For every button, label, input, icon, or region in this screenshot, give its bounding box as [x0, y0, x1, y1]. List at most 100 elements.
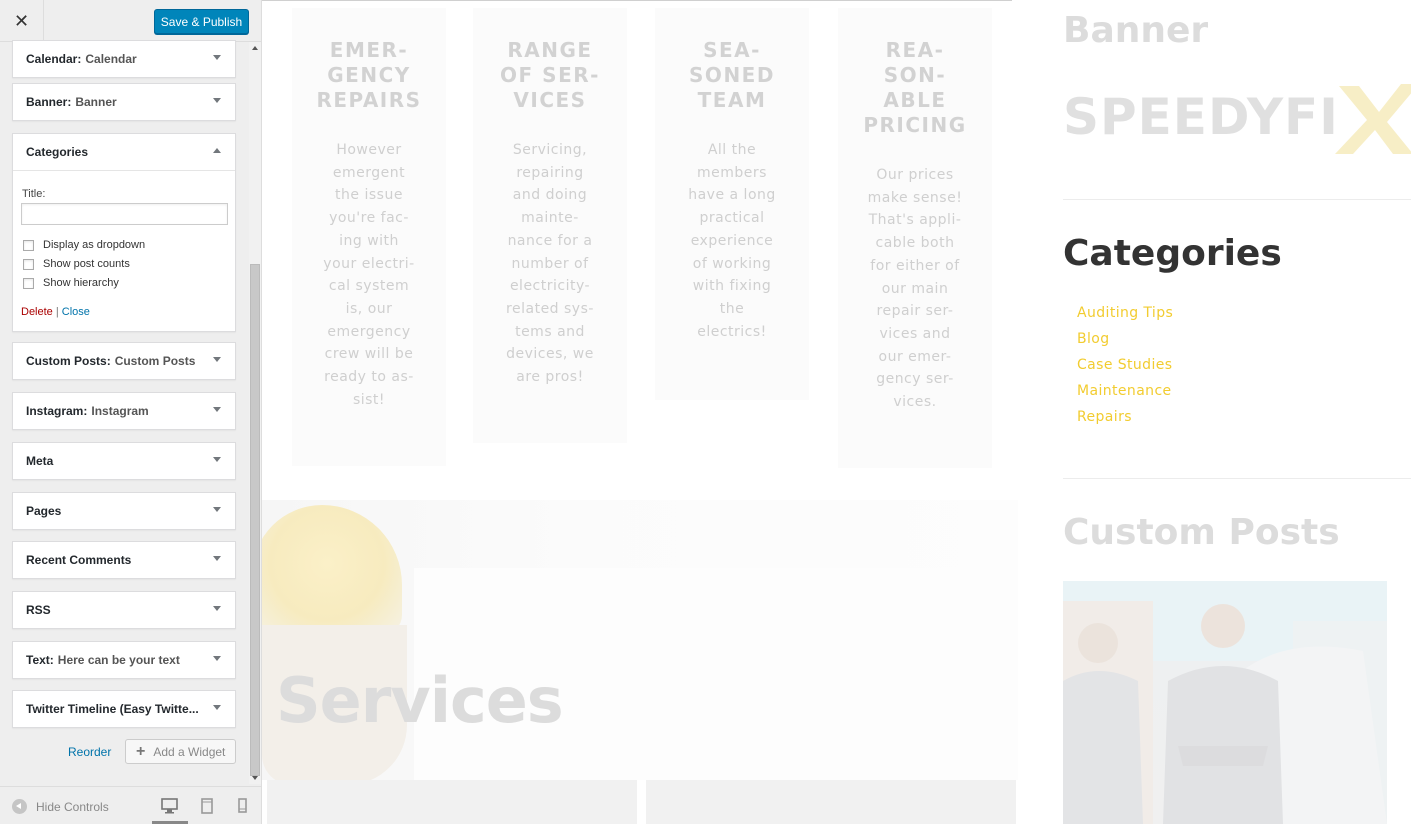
widget-type: Meta	[26, 454, 54, 468]
widget-header[interactable]: RSS	[13, 592, 235, 628]
widget-type: Categories	[26, 145, 89, 159]
expand-arrow-icon[interactable]	[213, 55, 221, 60]
widget-rss[interactable]: RSS	[12, 591, 236, 629]
expand-arrow-icon[interactable]	[213, 507, 221, 512]
reorder-link[interactable]: Reorder	[68, 745, 111, 759]
add-widget-button[interactable]: + Add a Widget	[125, 739, 236, 764]
widget-twitter-timeline[interactable]: Twitter Timeline (Easy Twitte...	[12, 690, 236, 728]
close-link[interactable]: Close	[62, 306, 90, 318]
option-display-dropdown[interactable]: Display as dropdown	[23, 239, 145, 251]
expand-arrow-icon[interactable]	[213, 705, 221, 710]
widget-custom-posts[interactable]: Custom Posts: Custom Posts	[12, 342, 236, 380]
expand-arrow-icon[interactable]	[213, 606, 221, 611]
widget-header[interactable]: Text: Here can be your text	[13, 642, 235, 678]
mobile-icon[interactable]	[233, 797, 253, 815]
expand-arrow-icon[interactable]	[213, 457, 221, 462]
service-tile[interactable]	[646, 780, 1016, 824]
collapse-arrow-icon[interactable]	[213, 148, 221, 153]
widget-title: Instagram	[91, 404, 149, 418]
scroll-up-icon[interactable]	[252, 46, 258, 50]
hide-controls-label: Hide Controls	[36, 799, 109, 814]
category-link[interactable]: Case Studies	[1077, 357, 1172, 373]
widget-pages[interactable]: Pages	[12, 492, 236, 530]
title-label: Title:	[22, 188, 46, 200]
widget-type: Calendar	[26, 52, 78, 66]
expand-arrow-icon[interactable]	[213, 407, 221, 412]
feature-reasonable-pricing: REA- SON- ABLE PRICING Our prices make s…	[838, 8, 992, 468]
plus-icon: +	[136, 742, 146, 760]
customizer-footer: Hide Controls	[0, 786, 261, 824]
category-link[interactable]: Blog	[1077, 331, 1110, 347]
customizer-header: ✕ Save & Publish	[0, 0, 261, 42]
desktop-icon[interactable]	[160, 797, 180, 815]
scroll-down-icon[interactable]	[252, 776, 258, 780]
delete-link[interactable]: Delete	[21, 306, 53, 318]
site-preview: EMER- GENCY REPAIRS However emergent the…	[262, 0, 1411, 824]
feature-range-of-services: RANGE OF SER- VICES Servicing, repairing…	[473, 8, 627, 443]
banner-widget-heading: Banner	[1063, 10, 1209, 51]
save-publish-button[interactable]: Save & Publish	[154, 9, 249, 34]
divider	[1063, 199, 1411, 200]
widget-title: Custom Posts	[114, 354, 196, 368]
feature-text: All the members have a long practical ex…	[688, 142, 776, 340]
close-customizer-button[interactable]: ✕	[0, 0, 44, 42]
option-show-post-counts[interactable]: Show post counts	[23, 258, 130, 270]
widget-instagram[interactable]: Instagram: Instagram	[12, 392, 236, 430]
widget-type: Text	[26, 653, 50, 667]
collapse-arrow-icon	[12, 799, 27, 814]
checkbox-label: Display as dropdown	[43, 239, 146, 251]
scrollbar-thumb[interactable]	[250, 264, 260, 776]
custom-posts-widget-heading: Custom Posts	[1063, 512, 1340, 553]
workers-photo	[1063, 581, 1387, 824]
feature-text: Our prices make sense! That's appli- cab…	[867, 167, 963, 411]
add-widget-label: Add a Widget	[153, 744, 226, 759]
checkbox[interactable]	[23, 258, 34, 270]
widget-header[interactable]: Twitter Timeline (Easy Twitte...	[13, 691, 235, 727]
tablet-icon[interactable]	[197, 797, 217, 815]
widget-type: Custom Posts	[26, 354, 107, 368]
widget-header[interactable]: Categories	[13, 134, 235, 170]
feature-text: Servicing, repairing and doing mainte- n…	[506, 142, 594, 386]
services-heading: Services	[276, 664, 564, 737]
feature-title: EMER- GENCY REPAIRS	[316, 38, 422, 112]
widget-header[interactable]: Meta	[13, 443, 235, 479]
expand-arrow-icon[interactable]	[213, 98, 221, 103]
widget-recent-comments[interactable]: Recent Comments	[12, 541, 236, 579]
widget-banner[interactable]: Banner: Banner	[12, 83, 236, 121]
widget-header[interactable]: Calendar: Calendar	[13, 41, 235, 77]
widget-header[interactable]: Banner: Banner	[13, 84, 235, 120]
widget-header[interactable]: Custom Posts: Custom Posts	[13, 343, 235, 379]
custom-post-image[interactable]	[1063, 581, 1387, 824]
expand-arrow-icon[interactable]	[213, 556, 221, 561]
widget-meta[interactable]: Meta	[12, 442, 236, 480]
widget-type: Banner	[26, 95, 68, 109]
checkbox[interactable]	[23, 277, 34, 289]
feature-title: SEA- SONED TEAM	[689, 38, 775, 112]
speedyfix-logo[interactable]: SPEEDYFI	[1063, 88, 1339, 146]
widget-type: Recent Comments	[26, 553, 132, 567]
expand-arrow-icon[interactable]	[213, 656, 221, 661]
sidebar-scrollbar[interactable]	[249, 42, 261, 784]
close-icon: ✕	[13, 10, 30, 31]
categories-widget-heading: Categories	[1063, 233, 1282, 274]
checkbox[interactable]	[23, 239, 34, 251]
option-show-hierarchy[interactable]: Show hierarchy	[23, 277, 119, 289]
checkbox-label: Show hierarchy	[43, 277, 119, 289]
hide-controls-button[interactable]: Hide Controls	[12, 799, 109, 814]
widget-header[interactable]: Instagram: Instagram	[13, 393, 235, 429]
category-link[interactable]: Repairs	[1077, 409, 1132, 425]
widget-header[interactable]: Recent Comments	[13, 542, 235, 578]
widget-calendar[interactable]: Calendar: Calendar	[12, 40, 236, 78]
widget-text[interactable]: Text: Here can be your text	[12, 641, 236, 679]
checkbox-label: Show post counts	[43, 258, 130, 270]
expand-arrow-icon[interactable]	[213, 357, 221, 362]
widget-type: Twitter Timeline (Easy Twitte...	[26, 702, 199, 716]
feature-emergency-repairs: EMER- GENCY REPAIRS However emergent the…	[292, 8, 446, 466]
widget-categories: Categories Title: Display as dropdown Sh…	[12, 133, 236, 332]
title-input[interactable]	[21, 203, 228, 225]
service-tile[interactable]	[267, 780, 637, 824]
category-link[interactable]: Auditing Tips	[1077, 305, 1173, 321]
widget-header[interactable]: Pages	[13, 493, 235, 529]
widget-type: RSS	[26, 603, 51, 617]
category-link[interactable]: Maintenance	[1077, 383, 1172, 399]
